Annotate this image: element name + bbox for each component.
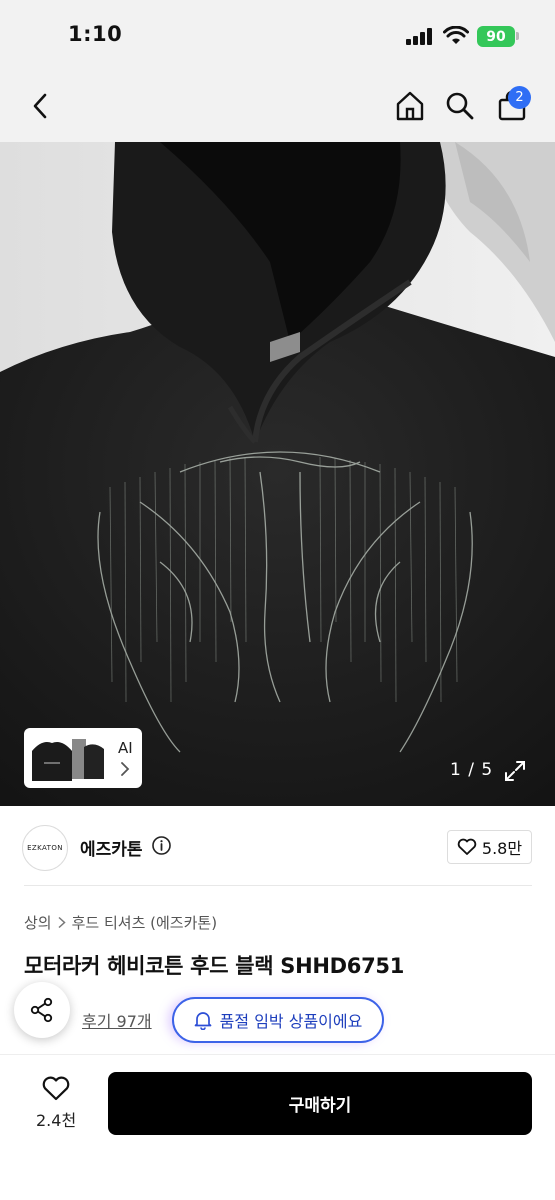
bell-icon (194, 1011, 212, 1030)
brand-logo[interactable]: EZKATON (22, 825, 68, 871)
divider (24, 885, 532, 886)
brand-row: EZKATON 에즈카톤 5.8만 (0, 806, 555, 886)
cart-count-badge: 2 (508, 86, 531, 109)
chevron-left-icon (33, 93, 47, 119)
heart-icon (42, 1076, 70, 1101)
brand-name[interactable]: 에즈카톤 (80, 835, 143, 860)
status-time: 1:10 (68, 22, 123, 46)
cellular-signal-icon (406, 28, 432, 45)
status-bar: 1:10 90 (0, 0, 555, 70)
ai-label: AI (118, 739, 133, 757)
brand-like-count: 5.8만 (481, 839, 523, 858)
brand-like-button[interactable]: 5.8만 (447, 830, 532, 864)
info-icon[interactable] (151, 835, 172, 856)
low-stock-text: 품절 임박 상품이에요 (219, 1012, 363, 1031)
ai-thumbnail-image (28, 733, 108, 783)
share-button[interactable] (14, 982, 70, 1038)
battery-tip (516, 32, 519, 40)
product-title: 모터라커 헤비코튼 후드 블랙 SHHD6751 (24, 954, 405, 978)
home-icon (396, 91, 424, 121)
search-icon (446, 92, 474, 120)
review-count-link[interactable]: 후기 97개 (82, 1008, 152, 1032)
breadcrumb-category[interactable]: 상의 (24, 912, 52, 933)
product-image[interactable] (0, 142, 555, 806)
battery-icon: 90 (477, 26, 515, 47)
low-stock-notice: 품절 임박 상품이에요 (172, 997, 384, 1043)
chevron-right-icon (58, 916, 66, 929)
hoodie-illustration (0, 142, 555, 806)
breadcrumb: 상의 후드 티셔츠 (에즈카톤) (24, 912, 217, 933)
nav-bar (0, 70, 555, 142)
bottom-action-bar: 2.4천 구매하기 (0, 1055, 555, 1200)
wifi-icon (443, 26, 469, 44)
share-icon (30, 997, 53, 1023)
home-button[interactable] (390, 86, 430, 126)
buy-button[interactable]: 구매하기 (108, 1072, 532, 1135)
breadcrumb-subcategory[interactable]: 후드 티셔츠 (에즈카톤) (72, 912, 217, 933)
back-button[interactable] (20, 86, 60, 126)
chevron-right-icon (121, 762, 130, 776)
wishlist-count: 2.4천 (36, 1111, 77, 1130)
brand-logo-text: EZKATON (27, 844, 63, 852)
battery-level: 90 (486, 28, 506, 45)
expand-icon[interactable] (503, 759, 527, 783)
heart-icon (457, 838, 477, 855)
image-pager: 1 / 5 (450, 760, 494, 780)
search-button[interactable] (440, 86, 480, 126)
